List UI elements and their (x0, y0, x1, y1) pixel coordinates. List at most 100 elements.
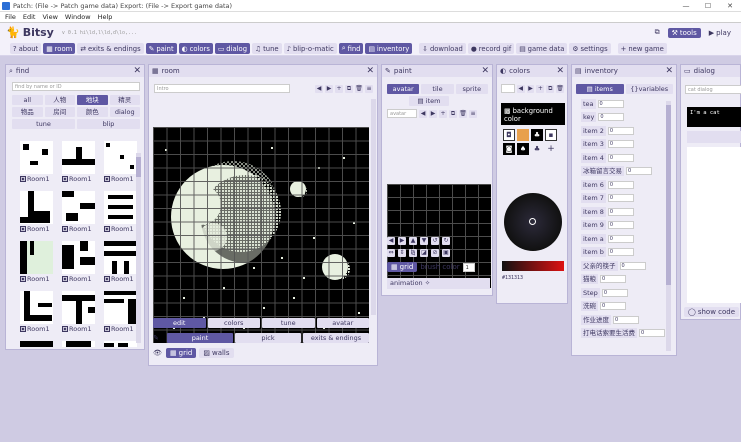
paint-grid-toggle[interactable]: ▦ grid (387, 262, 418, 272)
find-result-item[interactable]: ▣Room1 (62, 241, 102, 283)
inventory-item-count[interactable]: 0 (607, 234, 634, 243)
duplicate-drawing-icon[interactable]: ⧉ (449, 109, 457, 118)
tab-cat-2[interactable]: 颜色 (77, 107, 108, 117)
tab-dialog[interactable]: dialog (109, 107, 140, 117)
tab-edit[interactable]: edit (153, 318, 206, 328)
inventory-item-count[interactable]: 0 (601, 288, 628, 297)
paint-brush-icon[interactable]: ✎ (153, 334, 165, 342)
tab-all[interactable]: all (12, 95, 43, 105)
toolbar-room-button[interactable]: ▦ room (43, 43, 76, 54)
tab-item[interactable]: ▤ item (409, 96, 449, 106)
close-icon[interactable]: ✕ (133, 66, 141, 76)
dialog-panel-header[interactable]: ▭ dialog (681, 65, 740, 77)
find-result-item[interactable]: ▣Room1 (20, 191, 60, 233)
tab-exits-endings[interactable]: exits & endings (303, 333, 369, 343)
paint-menu-icon[interactable]: ≡ (469, 109, 477, 118)
room-grid-toggle[interactable]: ▦ grid (166, 348, 197, 358)
minimize-button[interactable]: — (675, 0, 697, 12)
tab-cat-3[interactable]: 精灵 (109, 95, 140, 105)
prev-room-icon[interactable]: ◀ (315, 84, 323, 93)
color-wheel[interactable] (504, 193, 562, 251)
find-panel-header[interactable]: ⌕ find ✕ (6, 65, 144, 77)
close-icon[interactable]: ✕ (366, 66, 374, 76)
tab-avatar[interactable]: avatar (316, 318, 369, 328)
dialog-id-input[interactable]: cat dialog (685, 85, 741, 94)
maximize-button[interactable]: ☐ (697, 0, 719, 12)
tab-tune[interactable]: tune (12, 119, 75, 129)
room-menu-icon[interactable]: ≡ (365, 84, 373, 93)
delete-room-icon[interactable]: 🗑 (355, 84, 363, 93)
tab-avatar[interactable]: avatar (387, 84, 420, 94)
room-canvas[interactable] (153, 127, 369, 343)
visibility-icon[interactable]: 👁 (153, 349, 163, 357)
fill-icon[interactable]: ▣ (442, 249, 450, 257)
flip-v-icon[interactable]: ⇕ (398, 249, 406, 257)
tab-items[interactable]: ▤ items (576, 84, 624, 94)
background-color-swatch[interactable]: ▩ background color (501, 103, 565, 125)
inventory-item-count[interactable]: 0 (607, 153, 634, 162)
tab-sprite[interactable]: sprite (455, 84, 488, 94)
find-result-item[interactable]: ▣Room1 (104, 191, 140, 233)
clear-icon[interactable]: ⊘ (431, 249, 439, 257)
toolbar-record-gif-button[interactable]: ● record gif (467, 43, 515, 54)
toolbar-find-button[interactable]: ⌕ find (338, 43, 364, 54)
inventory-item-count[interactable]: 0 (607, 140, 634, 148)
toolbar-download-button[interactable]: ⇩ download (419, 43, 466, 54)
inventory-item-count[interactable]: 0 (607, 221, 634, 229)
find-result-item[interactable]: ▣Room1 (104, 241, 140, 283)
shift-down-icon[interactable]: ▼ (420, 237, 428, 245)
toolbar-inventory-button[interactable]: ▤ inventory (365, 43, 413, 54)
next-drawing-icon[interactable]: ▶ (429, 109, 437, 118)
add-room-icon[interactable]: + (335, 84, 343, 93)
room-walls-toggle[interactable]: ▨ walls (199, 348, 234, 358)
color-hex-value[interactable]: #131313 (502, 275, 523, 281)
room-panel-header[interactable]: ▦ room ✕ (149, 65, 377, 77)
find-result-item[interactable]: ▣Room1 (20, 141, 60, 183)
inventory-item-count[interactable]: 0 (607, 207, 634, 216)
toolbar-game-data-button[interactable]: ▤ game data (516, 43, 568, 54)
delete-palette-icon[interactable]: 🗑 (556, 84, 565, 93)
inventory-item-count[interactable]: 0 (607, 248, 634, 256)
show-code-button[interactable]: ◯ show code (684, 307, 740, 317)
duplicate-room-icon[interactable]: ⧉ (345, 84, 353, 93)
menu-window[interactable]: Window (65, 13, 91, 21)
find-search-input[interactable]: find by name or ID (12, 82, 140, 91)
find-result-item[interactable]: ▣Room1 (62, 341, 102, 347)
inventory-item-count[interactable]: 0 (607, 194, 634, 202)
color-swatch-5[interactable]: ◙ (503, 143, 515, 155)
color-swatch-3[interactable]: ♣ (531, 129, 543, 141)
tab-cat-1[interactable]: 房间 (44, 107, 75, 117)
find-result-item[interactable]: ▣Room1 (62, 141, 102, 183)
menu-edit[interactable]: Edit (23, 13, 36, 21)
find-result-item[interactable]: ▣Room1 (62, 191, 102, 233)
inventory-item-count[interactable]: 0 (600, 302, 626, 310)
toolbar-blip-o-matic-button[interactable]: ♪ blip-o-matic (283, 43, 337, 54)
toolbar-dialog-button[interactable]: ▭ dialog (214, 43, 251, 54)
tab-blip[interactable]: blip (77, 119, 140, 129)
tools-button[interactable]: ⚒ tools (667, 27, 701, 38)
prev-palette-icon[interactable]: ◀ (516, 84, 525, 93)
inventory-item-count[interactable]: 0 (597, 99, 624, 108)
inventory-item-count[interactable]: 0 (613, 315, 639, 324)
toolbar-settings-button[interactable]: ⚙ settings (569, 43, 611, 54)
add-palette-icon[interactable]: + (536, 84, 545, 93)
play-button[interactable]: ▶ play (705, 28, 735, 38)
find-result-item[interactable]: ▣Room1 (20, 341, 60, 347)
animation-toggle[interactable]: animation ✧ (387, 278, 490, 289)
tab-tile[interactable]: tile (421, 84, 454, 94)
toolbar-about-button[interactable]: ? about (10, 43, 42, 54)
shift-right-icon[interactable]: ▶ (398, 237, 406, 245)
next-room-icon[interactable]: ▶ (325, 84, 333, 93)
tab-colors[interactable]: colors (207, 318, 260, 328)
mirror-icon[interactable]: ⧎ (409, 249, 417, 257)
tab-cat-1[interactable]: 人物 (44, 95, 75, 105)
paint-panel-header[interactable]: ✎ paint ✕ (382, 65, 492, 77)
inventory-item-count[interactable]: 0 (607, 126, 634, 135)
inventory-item-count[interactable]: 0 (626, 167, 652, 175)
add-drawing-icon[interactable]: + (439, 109, 447, 118)
fullscreen-icon[interactable]: ⧉ (651, 27, 664, 38)
inventory-panel-header[interactable]: ▤ inventory ✕ (572, 65, 676, 77)
tab-cat-2[interactable]: 地块 (77, 95, 108, 105)
find-result-item[interactable]: ▣Room1 (20, 241, 60, 283)
find-scrollbar[interactable] (136, 153, 141, 343)
